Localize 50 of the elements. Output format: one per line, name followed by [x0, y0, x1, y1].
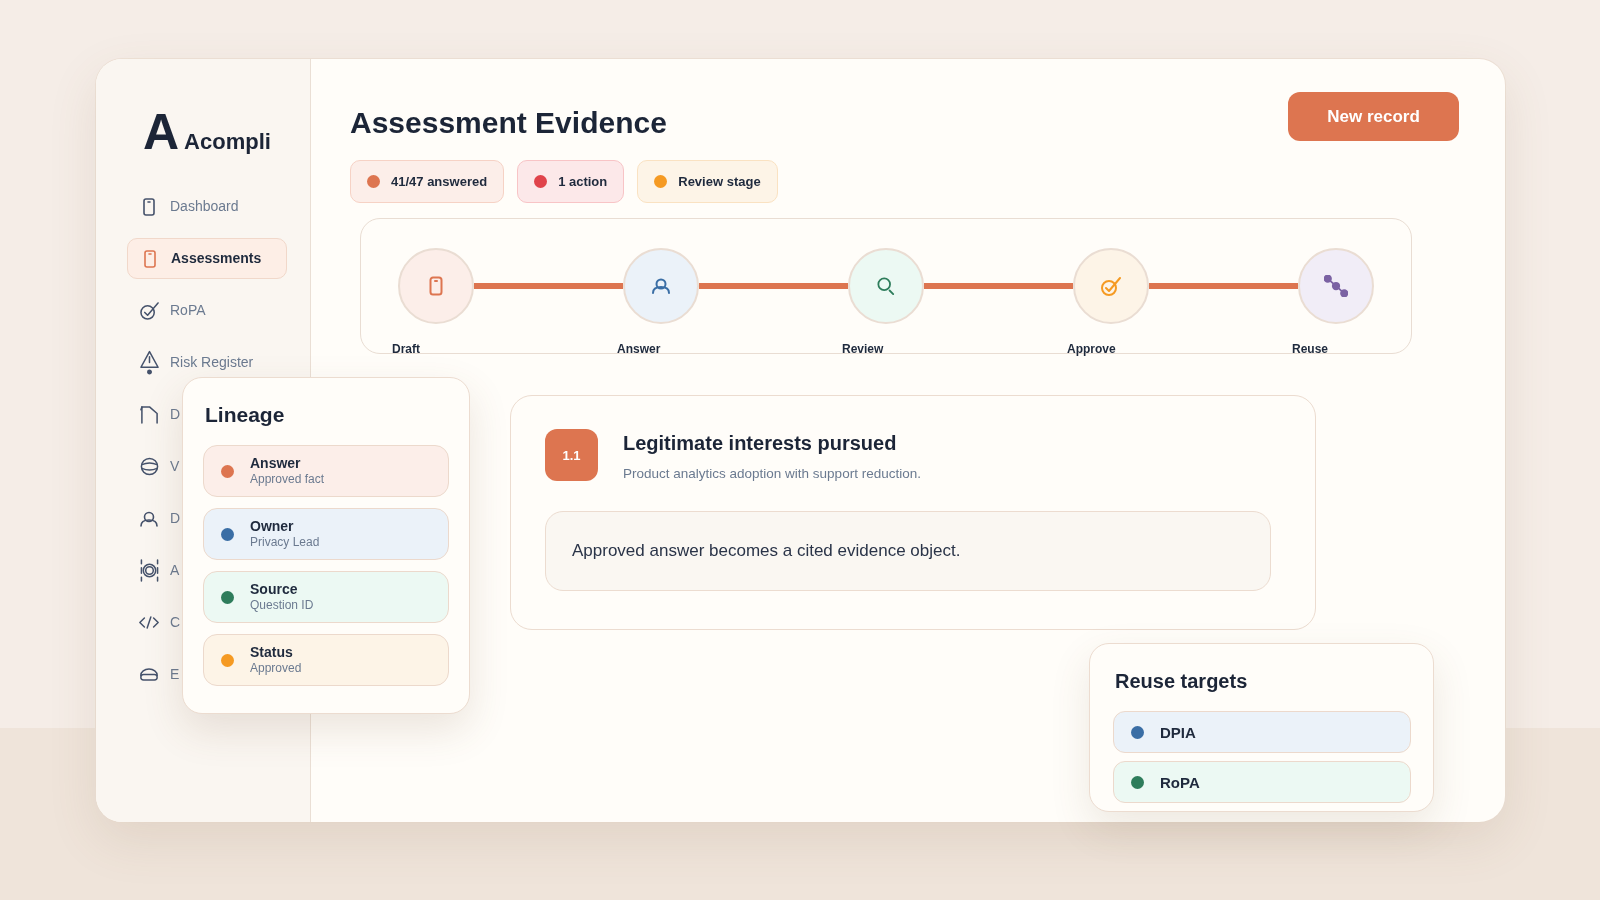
step-label: Approve: [1067, 342, 1116, 356]
nav-item[interactable]: Risk Register: [138, 350, 254, 375]
target-label: DPIA: [1160, 723, 1196, 741]
lineage-label: Status: [250, 644, 294, 661]
step-label: Draft: [392, 342, 420, 356]
person-icon: [140, 510, 158, 527]
nav-item[interactable]: C: [138, 614, 181, 631]
lineage-label: Owner: [250, 518, 295, 535]
panel-title: Lineage: [205, 402, 286, 428]
step-label: Reuse: [1292, 342, 1329, 356]
nav-item[interactable]: A: [138, 559, 180, 582]
evidence-note: Approved answer becomes a cited evidence object.: [545, 511, 1271, 591]
step-label: Answer: [617, 342, 661, 356]
reuse-target-row[interactable]: RoPA: [1113, 761, 1411, 803]
question-description: Product analytics adoption with support reduction.: [623, 466, 921, 482]
code-icon: [138, 616, 160, 629]
device-icon: [143, 197, 155, 216]
new-record-button[interactable]: New record: [1288, 92, 1459, 141]
warning-icon: [139, 350, 159, 375]
question-title: Legitimate interests pursued: [623, 431, 898, 456]
step-label: Review: [842, 342, 884, 356]
nav-item[interactable]: D: [138, 405, 181, 424]
target-label: RoPA: [1160, 773, 1200, 791]
arch-icon: [139, 667, 159, 682]
device-icon: [144, 249, 156, 268]
nav-item[interactable]: V: [138, 457, 180, 476]
reuse-target-row[interactable]: DPIA: [1113, 711, 1411, 753]
nav-item[interactable]: D: [138, 510, 181, 527]
nav-item[interactable]: Dashboard: [138, 197, 239, 216]
chip-label: 1 action: [558, 174, 608, 189]
lineage-value: Approved fact: [250, 472, 325, 487]
globe-icon: [139, 457, 159, 476]
nav-item[interactable]: Assessments: [127, 238, 287, 279]
lineage-value: Approved: [250, 661, 302, 676]
panel-title: Reuse targets: [1115, 669, 1249, 694]
nav-item[interactable]: RoPA: [138, 301, 206, 320]
chip-label: 41/47 answered: [391, 174, 488, 189]
page-title: Assessment Evidence: [350, 105, 668, 141]
lineage-value: Question ID: [250, 598, 314, 613]
chip-label: Review stage: [678, 174, 761, 189]
nav-item[interactable]: E: [138, 666, 180, 683]
logo-name: Acompli: [184, 129, 271, 155]
lineage-label: Answer: [250, 455, 302, 472]
logo-mark: A: [143, 107, 180, 157]
check-circle-icon: [139, 301, 159, 320]
target-icon: [139, 559, 159, 582]
lineage-value: Privacy Lead: [250, 535, 320, 550]
section-number-badge: 1.1: [545, 429, 598, 481]
path-icon: [139, 405, 159, 424]
lineage-label: Source: [250, 581, 299, 598]
